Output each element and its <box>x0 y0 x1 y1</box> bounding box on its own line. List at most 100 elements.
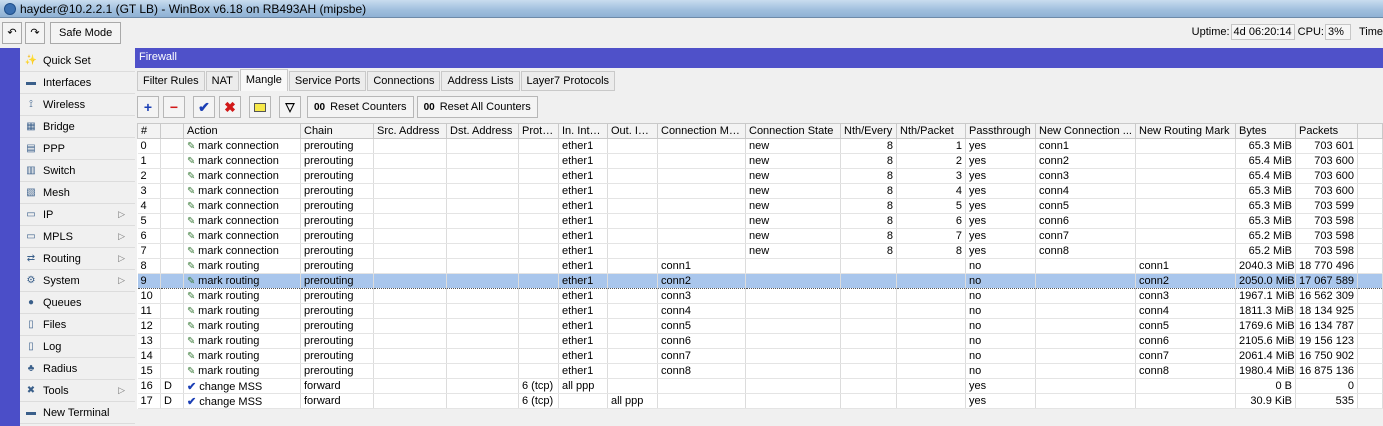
sidebar-item-radius[interactable]: ♣ Radius <box>20 358 135 380</box>
column-header[interactable]: Out. Int... <box>607 123 658 139</box>
sidebar-item-switch[interactable]: ▥ Switch <box>20 160 135 182</box>
column-header[interactable]: New Connection ... <box>1035 123 1136 139</box>
tab-address-lists[interactable]: Address Lists <box>441 71 520 91</box>
cell-dst-address <box>446 363 519 379</box>
sidebar-item-ppp[interactable]: ▤ PPP <box>20 138 135 160</box>
sidebar-item-interfaces[interactable]: ▬ Interfaces <box>20 72 135 94</box>
cell-new-connection: conn1 <box>1035 138 1136 154</box>
reset-all-counters-button[interactable]: 00 Reset All Counters <box>416 96 538 118</box>
tab-filter-rules[interactable]: Filter Rules <box>137 71 205 91</box>
enable-check-icon[interactable]: ✔ <box>193 96 215 118</box>
cell-nth-every <box>840 333 897 349</box>
cell-new-connection: conn3 <box>1035 168 1136 184</box>
cell-: 1 <box>137 153 161 169</box>
column-header[interactable]: Dst. Address <box>446 123 519 139</box>
tab-mangle[interactable]: Mangle <box>239 69 288 91</box>
sidebar-item-quick-set[interactable]: ✨ Quick Set <box>20 50 135 72</box>
table-row[interactable]: 7 ✎ mark connection prerouting ether1 new 8 8 y… <box>137 243 1383 259</box>
table-row[interactable]: 15 ✎ mark routing prerouting ether1 conn8 no c… <box>137 363 1383 379</box>
table-row[interactable]: 10 ✎ mark routing prerouting ether1 conn3 no c… <box>137 288 1383 304</box>
sidebar-item-bridge[interactable]: ▦ Bridge <box>20 116 135 138</box>
table-row[interactable]: 0 ✎ mark connection prerouting ether1 new 8 1 y… <box>137 138 1383 154</box>
filter-icon[interactable]: ▽ <box>279 96 301 118</box>
cell-proto <box>518 183 559 199</box>
undo-icon[interactable]: ↶ <box>2 21 22 44</box>
table-row[interactable]: 17 D ✔ change MSS forward 6 (tcp) all ppp yes 3… <box>137 393 1383 409</box>
cell-in-inter: ether1 <box>558 153 608 169</box>
column-header[interactable]: Packets <box>1295 123 1358 139</box>
sidebar-item-label: Files <box>43 318 67 331</box>
sidebar-item-mesh[interactable]: ▧ Mesh <box>20 182 135 204</box>
winbox-side-strip <box>0 48 20 426</box>
table-row[interactable]: 14 ✎ mark routing prerouting ether1 conn7 no c… <box>137 348 1383 364</box>
cell-src-address <box>373 243 447 259</box>
cell-passthrough: no <box>965 333 1036 349</box>
column-header[interactable]: Passthrough <box>965 123 1036 139</box>
sidebar-item-system[interactable]: ⚙ System ▷ <box>20 270 135 292</box>
cell-chain: prerouting <box>300 363 374 379</box>
table-row[interactable]: 16 D ✔ change MSS forward 6 (tcp) all ppp yes 0… <box>137 378 1383 394</box>
cell-connection-mark: conn3 <box>657 288 746 304</box>
sidebar-item-ip[interactable]: ▭ IP ▷ <box>20 204 135 226</box>
tab-service-ports[interactable]: Service Ports <box>288 71 367 91</box>
mark-pencil-icon: ✎ <box>187 141 199 152</box>
cell-new-routing-mark <box>1135 378 1236 394</box>
table-row[interactable]: 4 ✎ mark connection prerouting ether1 new 8 5 y… <box>137 198 1383 214</box>
table-row[interactable]: 12 ✎ mark routing prerouting ether1 conn5 no c… <box>137 318 1383 334</box>
table-row[interactable]: 13 ✎ mark routing prerouting ether1 conn6 no c… <box>137 333 1383 349</box>
redo-icon[interactable]: ↷ <box>25 21 45 44</box>
column-header[interactable]: Nth/Packet <box>896 123 966 139</box>
cell-flag <box>160 138 184 154</box>
table-row[interactable]: 2 ✎ mark connection prerouting ether1 new 8 3 y… <box>137 168 1383 184</box>
column-header[interactable]: Connection State <box>745 123 841 139</box>
disable-x-icon[interactable]: ✖ <box>219 96 241 118</box>
accept-check-icon: ✔ <box>187 380 200 393</box>
column-header[interactable]: Src. Address <box>373 123 447 139</box>
comment-note-icon[interactable] <box>249 96 271 118</box>
sidebar-item-new-terminal[interactable]: ▬ New Terminal <box>20 402 135 424</box>
cell-dst-address <box>446 318 519 334</box>
column-header[interactable]: Chain <box>300 123 374 139</box>
column-header[interactable]: In. Inter... <box>558 123 608 139</box>
cell-in-inter: ether1 <box>558 198 608 214</box>
reset-counters-button[interactable]: 00 Reset Counters <box>307 96 414 118</box>
sidebar-item-tools[interactable]: ✖ Tools ▷ <box>20 380 135 402</box>
table-row[interactable]: 6 ✎ mark connection prerouting ether1 new 8 7 y… <box>137 228 1383 244</box>
cell-chain: prerouting <box>300 258 374 274</box>
tab-layer7-protocols[interactable]: Layer7 Protocols <box>520 71 616 91</box>
sidebar-item-queues[interactable]: ● Queues <box>20 292 135 314</box>
table-row[interactable]: 9 ✎ mark routing prerouting ether1 conn2 no co… <box>137 273 1383 289</box>
sidebar-item-wireless[interactable]: ⟟ Wireless <box>20 94 135 116</box>
sidebar-item-mpls[interactable]: ▭ MPLS ▷ <box>20 226 135 248</box>
table-row[interactable]: 11 ✎ mark routing prerouting ether1 conn4 no c… <box>137 303 1383 319</box>
column-header[interactable] <box>160 123 184 139</box>
column-header[interactable]: # <box>137 123 161 139</box>
column-header[interactable]: Proto... <box>518 123 559 139</box>
sidebar-item-routing[interactable]: ⇄ Routing ▷ <box>20 248 135 270</box>
cell-new-connection: conn8 <box>1035 243 1136 259</box>
column-header[interactable]: New Routing Mark <box>1135 123 1236 139</box>
table-row[interactable]: 3 ✎ mark connection prerouting ether1 new 8 4 y… <box>137 183 1383 199</box>
cell-src-address <box>373 363 447 379</box>
table-row[interactable]: 8 ✎ mark routing prerouting ether1 conn1 no co… <box>137 258 1383 274</box>
add-icon[interactable]: + <box>137 96 159 118</box>
sidebar-item-log[interactable]: ▯ Log <box>20 336 135 358</box>
cell-src-address <box>373 393 447 409</box>
table-row[interactable]: 1 ✎ mark connection prerouting ether1 new 8 2 y… <box>137 153 1383 169</box>
column-header[interactable]: Action <box>183 123 301 139</box>
switch-icon: ▥ <box>26 164 36 176</box>
cell-dst-address <box>446 198 519 214</box>
cell-: 16 <box>137 378 161 394</box>
sidebar-item-files[interactable]: ▯ Files <box>20 314 135 336</box>
tab-connections[interactable]: Connections <box>367 71 441 91</box>
tab-nat[interactable]: NAT <box>205 71 239 91</box>
column-header[interactable]: Bytes <box>1235 123 1296 139</box>
table-row[interactable]: 5 ✎ mark connection prerouting ether1 new 8 6 y… <box>137 213 1383 229</box>
cell-flag <box>160 348 184 364</box>
column-header[interactable]: Nth/Every <box>840 123 897 139</box>
remove-icon[interactable]: − <box>163 96 185 118</box>
cell-out-int <box>607 183 658 199</box>
safe-mode-button[interactable]: Safe Mode <box>50 21 122 44</box>
column-header[interactable]: Connection Mark <box>657 123 746 139</box>
cell-nth-packet: 6 <box>896 213 966 229</box>
